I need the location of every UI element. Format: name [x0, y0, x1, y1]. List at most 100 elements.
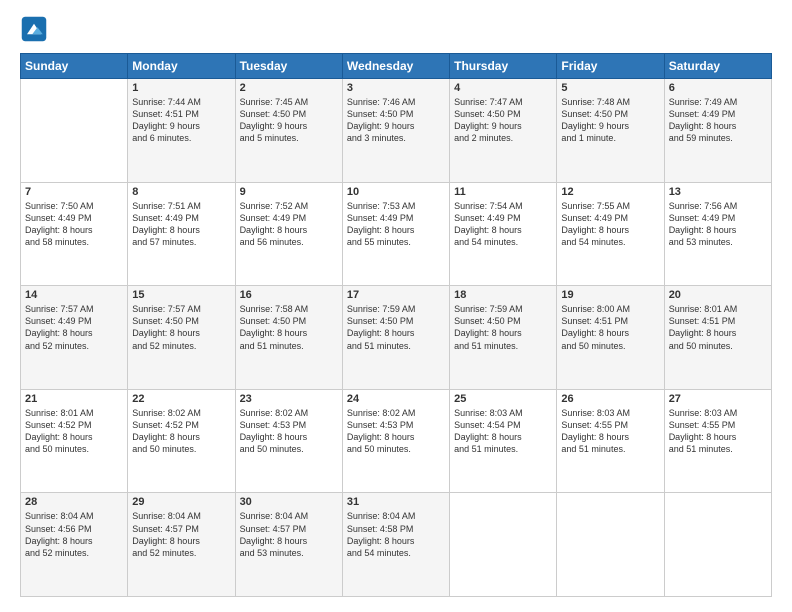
- day-number: 24: [347, 393, 445, 405]
- day-number: 13: [669, 186, 767, 198]
- calendar-week-3: 21 Sunrise: 8:01 AM Sunset: 4:52 PM Dayli…: [21, 389, 772, 493]
- day-number: 17: [347, 289, 445, 301]
- day-number: 3: [347, 82, 445, 94]
- cell-content: Sunrise: 7:57 AM Sunset: 4:49 PM Dayligh…: [25, 303, 123, 352]
- day-number: 30: [240, 496, 338, 508]
- day-number: 12: [561, 186, 659, 198]
- calendar-cell: [557, 493, 664, 597]
- day-number: 21: [25, 393, 123, 405]
- cell-content: Sunrise: 8:00 AM Sunset: 4:51 PM Dayligh…: [561, 303, 659, 352]
- cell-content: Sunrise: 7:45 AM Sunset: 4:50 PM Dayligh…: [240, 96, 338, 145]
- header-cell-monday: Monday: [128, 54, 235, 79]
- header-row: SundayMondayTuesdayWednesdayThursdayFrid…: [21, 54, 772, 79]
- cell-content: Sunrise: 7:57 AM Sunset: 4:50 PM Dayligh…: [132, 303, 230, 352]
- day-number: 9: [240, 186, 338, 198]
- day-number: 11: [454, 186, 552, 198]
- day-number: 4: [454, 82, 552, 94]
- cell-content: Sunrise: 7:56 AM Sunset: 4:49 PM Dayligh…: [669, 200, 767, 249]
- day-number: 18: [454, 289, 552, 301]
- calendar-cell: 22Sunrise: 8:02 AM Sunset: 4:52 PM Dayli…: [128, 389, 235, 493]
- calendar-week-4: 28 Sunrise: 8:04 AM Sunset: 4:56 PM Dayli…: [21, 493, 772, 597]
- header-cell-thursday: Thursday: [450, 54, 557, 79]
- calendar-cell: 5 Sunrise: 7:48 AM Sunset: 4:50 PM Daylig…: [557, 79, 664, 183]
- day-number: 20: [669, 289, 767, 301]
- cell-content: Sunrise: 8:02 AM Sunset: 4:53 PM Dayligh…: [240, 407, 338, 456]
- cell-content: Sunrise: 7:50 AM Sunset: 4:49 PM Dayligh…: [25, 200, 123, 249]
- cell-content: Sunrise: 8:04 AM Sunset: 4:56 PM Dayligh…: [25, 510, 123, 559]
- calendar-header: SundayMondayTuesdayWednesdayThursdayFrid…: [21, 54, 772, 79]
- cell-content: Sunrise: 8:04 AM Sunset: 4:57 PM Dayligh…: [240, 510, 338, 559]
- calendar-cell: 11 Sunrise: 7:54 AM Sunset: 4:49 PM Dayli…: [450, 182, 557, 286]
- calendar-cell: 17 Sunrise: 7:59 AM Sunset: 4:50 PM Dayli…: [342, 286, 449, 390]
- header-cell-friday: Friday: [557, 54, 664, 79]
- calendar-cell: 2 Sunrise: 7:45 AM Sunset: 4:50 PM Daylig…: [235, 79, 342, 183]
- calendar-cell: [21, 79, 128, 183]
- calendar-cell: 27Sunrise: 8:03 AM Sunset: 4:55 PM Dayli…: [664, 389, 771, 493]
- cell-content: Sunrise: 7:59 AM Sunset: 4:50 PM Dayligh…: [347, 303, 445, 352]
- cell-content: Sunrise: 7:53 AM Sunset: 4:49 PM Dayligh…: [347, 200, 445, 249]
- header-cell-sunday: Sunday: [21, 54, 128, 79]
- day-number: 10: [347, 186, 445, 198]
- calendar-cell: 3 Sunrise: 7:46 AM Sunset: 4:50 PM Daylig…: [342, 79, 449, 183]
- calendar-cell: 26Sunrise: 8:03 AM Sunset: 4:55 PM Dayli…: [557, 389, 664, 493]
- calendar-cell: 18 Sunrise: 7:59 AM Sunset: 4:50 PM Dayli…: [450, 286, 557, 390]
- page: SundayMondayTuesdayWednesdayThursdayFrid…: [0, 0, 792, 612]
- day-number: 7: [25, 186, 123, 198]
- day-number: 19: [561, 289, 659, 301]
- cell-content: Sunrise: 7:59 AM Sunset: 4:50 PM Dayligh…: [454, 303, 552, 352]
- calendar-body: 1 Sunrise: 7:44 AM Sunset: 4:51 PM Daylig…: [21, 79, 772, 597]
- cell-content: Sunrise: 7:52 AM Sunset: 4:49 PM Dayligh…: [240, 200, 338, 249]
- calendar-week-0: 1 Sunrise: 7:44 AM Sunset: 4:51 PM Daylig…: [21, 79, 772, 183]
- calendar-table: SundayMondayTuesdayWednesdayThursdayFrid…: [20, 53, 772, 597]
- calendar-cell: 1 Sunrise: 7:44 AM Sunset: 4:51 PM Daylig…: [128, 79, 235, 183]
- day-number: 27: [669, 393, 767, 405]
- cell-content: Sunrise: 8:04 AM Sunset: 4:58 PM Dayligh…: [347, 510, 445, 559]
- cell-content: Sunrise: 8:03 AM Sunset: 4:54 PM Dayligh…: [454, 407, 552, 456]
- day-number: 16: [240, 289, 338, 301]
- header: [20, 15, 772, 43]
- cell-content: Sunrise: 7:54 AM Sunset: 4:49 PM Dayligh…: [454, 200, 552, 249]
- calendar-cell: [664, 493, 771, 597]
- calendar-cell: 25 Sunrise: 8:03 AM Sunset: 4:54 PM Dayli…: [450, 389, 557, 493]
- day-number: 28: [25, 496, 123, 508]
- calendar-week-2: 14Sunrise: 7:57 AM Sunset: 4:49 PM Dayli…: [21, 286, 772, 390]
- calendar-cell: 29Sunrise: 8:04 AM Sunset: 4:57 PM Dayli…: [128, 493, 235, 597]
- calendar-cell: 19 Sunrise: 8:00 AM Sunset: 4:51 PM Dayli…: [557, 286, 664, 390]
- cell-content: Sunrise: 7:49 AM Sunset: 4:49 PM Dayligh…: [669, 96, 767, 145]
- calendar-week-1: 7 Sunrise: 7:50 AM Sunset: 4:49 PM Daylig…: [21, 182, 772, 286]
- day-number: 2: [240, 82, 338, 94]
- day-number: 1: [132, 82, 230, 94]
- calendar-cell: 10 Sunrise: 7:53 AM Sunset: 4:49 PM Dayli…: [342, 182, 449, 286]
- calendar-cell: 28 Sunrise: 8:04 AM Sunset: 4:56 PM Dayli…: [21, 493, 128, 597]
- cell-content: Sunrise: 8:03 AM Sunset: 4:55 PM Dayligh…: [561, 407, 659, 456]
- calendar-cell: 31 Sunrise: 8:04 AM Sunset: 4:58 PM Dayli…: [342, 493, 449, 597]
- day-number: 31: [347, 496, 445, 508]
- cell-content: Sunrise: 7:44 AM Sunset: 4:51 PM Dayligh…: [132, 96, 230, 145]
- cell-content: Sunrise: 8:04 AM Sunset: 4:57 PM Dayligh…: [132, 510, 230, 559]
- calendar-cell: 6 Sunrise: 7:49 AM Sunset: 4:49 PM Daylig…: [664, 79, 771, 183]
- calendar-cell: 20Sunrise: 8:01 AM Sunset: 4:51 PM Dayli…: [664, 286, 771, 390]
- day-number: 22: [132, 393, 230, 405]
- day-number: 5: [561, 82, 659, 94]
- header-cell-tuesday: Tuesday: [235, 54, 342, 79]
- calendar-cell: 4 Sunrise: 7:47 AM Sunset: 4:50 PM Daylig…: [450, 79, 557, 183]
- cell-content: Sunrise: 8:01 AM Sunset: 4:52 PM Dayligh…: [25, 407, 123, 456]
- day-number: 15: [132, 289, 230, 301]
- logo: [20, 15, 52, 43]
- calendar-cell: 13 Sunrise: 7:56 AM Sunset: 4:49 PM Dayli…: [664, 182, 771, 286]
- day-number: 25: [454, 393, 552, 405]
- cell-content: Sunrise: 7:47 AM Sunset: 4:50 PM Dayligh…: [454, 96, 552, 145]
- calendar-cell: 23 Sunrise: 8:02 AM Sunset: 4:53 PM Dayli…: [235, 389, 342, 493]
- cell-content: Sunrise: 7:55 AM Sunset: 4:49 PM Dayligh…: [561, 200, 659, 249]
- day-number: 8: [132, 186, 230, 198]
- calendar-cell: 12 Sunrise: 7:55 AM Sunset: 4:49 PM Dayli…: [557, 182, 664, 286]
- cell-content: Sunrise: 7:46 AM Sunset: 4:50 PM Dayligh…: [347, 96, 445, 145]
- calendar-cell: 9 Sunrise: 7:52 AM Sunset: 4:49 PM Daylig…: [235, 182, 342, 286]
- day-number: 6: [669, 82, 767, 94]
- calendar-cell: 8Sunrise: 7:51 AM Sunset: 4:49 PM Daylig…: [128, 182, 235, 286]
- cell-content: Sunrise: 7:48 AM Sunset: 4:50 PM Dayligh…: [561, 96, 659, 145]
- day-number: 23: [240, 393, 338, 405]
- calendar-cell: 21 Sunrise: 8:01 AM Sunset: 4:52 PM Dayli…: [21, 389, 128, 493]
- calendar-cell: 16Sunrise: 7:58 AM Sunset: 4:50 PM Dayli…: [235, 286, 342, 390]
- logo-icon: [20, 15, 48, 43]
